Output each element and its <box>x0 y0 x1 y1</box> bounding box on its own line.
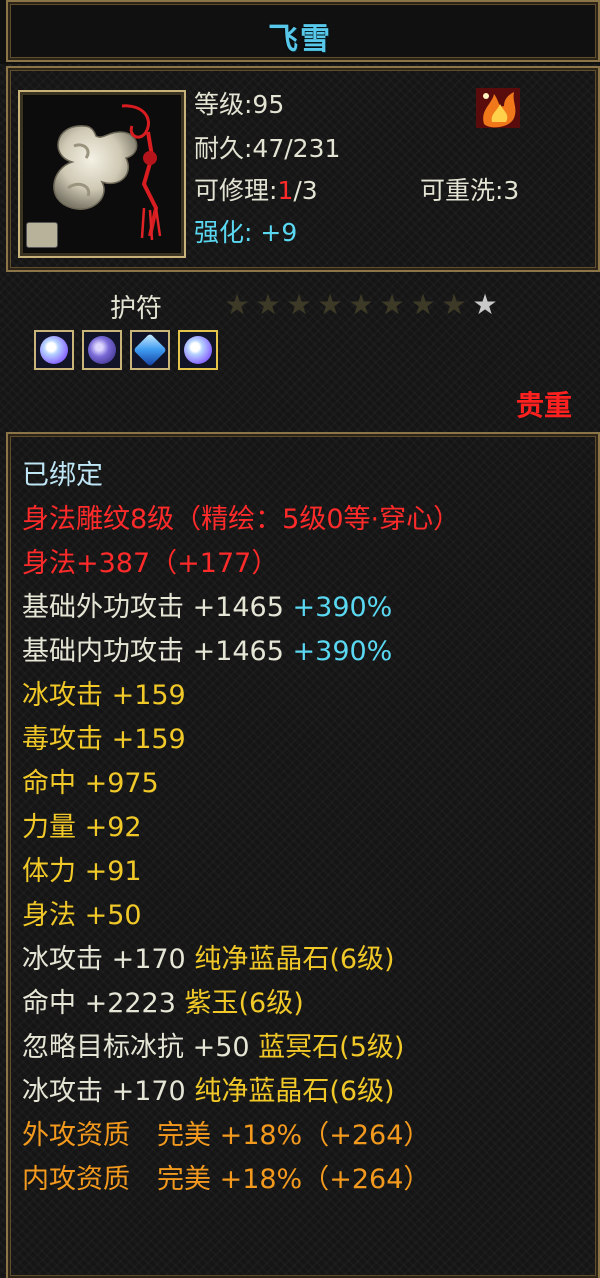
engrave-line: 身法雕纹8级（精绘：5级0等·穿心） <box>22 504 461 535</box>
durability-stat: 耐久:47/231 <box>194 134 341 163</box>
star-filled-icon: ★ <box>224 288 250 321</box>
blue-crystal-icon <box>40 336 68 364</box>
inner-aptitude-line: 内攻资质 完美 +18%（+264） <box>22 1164 431 1195</box>
star-filled-icon: ★ <box>410 288 436 321</box>
gem-section: 护符 ★ ★ ★ ★ ★ ★ ★ ★ ★ 贵重 <box>0 276 600 426</box>
gem2-name: 紫玉(6级) <box>184 988 304 1019</box>
gem1-stat: 冰攻击 +170 <box>22 944 186 975</box>
star-filled-icon: ★ <box>286 288 312 321</box>
item-name: 飞雪 <box>268 22 332 57</box>
inner-attack-pct: +390% <box>292 636 393 667</box>
gem2-line: 命中 +2223 紫玉(6级) <box>22 982 460 1026</box>
enhance-stat: 强化: +9 <box>194 218 297 248</box>
star-filled-icon: ★ <box>441 288 467 321</box>
purple-jade-icon <box>88 336 116 364</box>
gem-slot-3[interactable] <box>130 330 170 370</box>
ice-attack-line: 冰攻击 +159 <box>22 680 186 711</box>
star-filled-icon: ★ <box>379 288 405 321</box>
poison-attack-line: 毒攻击 +159 <box>22 724 186 755</box>
amulet-label: 护符 <box>110 294 163 324</box>
star-filled-icon: ★ <box>348 288 374 321</box>
gem3-line: 忽略目标冰抗 +50 蓝冥石(5级) <box>22 1026 460 1070</box>
gem1-name: 纯净蓝晶石(6级) <box>194 944 395 975</box>
outer-attack-label: 基础外功攻击 +1465 <box>22 592 284 623</box>
bind-lock-icon <box>26 222 58 248</box>
item-tooltip: 飞雪 等级:95 耐久:47/231 可修理:1/3 可重洗:3 强化: +9 … <box>0 0 600 1278</box>
bound-status: 已绑定 <box>22 460 103 491</box>
outer-attack-line: 基础外功攻击 +1465 +390% <box>22 586 460 630</box>
blue-crystal-icon <box>184 336 212 364</box>
level-stat: 等级:95 <box>194 90 285 119</box>
agility-line: 身法 +50 <box>22 900 142 931</box>
star-filled-icon: ★ <box>317 288 343 321</box>
outer-aptitude-line: 外攻资质 完美 +18%（+264） <box>22 1120 431 1151</box>
hit-line: 命中 +975 <box>22 768 159 799</box>
agility-main-line: 身法+387（+177） <box>22 548 279 579</box>
gem3-stat: 忽略目标冰抗 +50 <box>22 1032 250 1063</box>
repair-suffix: /3 <box>293 176 318 205</box>
repair-stat: 可修理:1/3 <box>194 176 318 206</box>
enhance-label: 强化: <box>194 218 253 247</box>
stamina-line: 体力 +91 <box>22 856 142 887</box>
gem3-name: 蓝冥石(5级) <box>258 1032 405 1063</box>
title-bar: 飞雪 <box>0 0 600 64</box>
gem4-line: 冰攻击 +170 纯净蓝晶石(6级) <box>22 1070 460 1114</box>
gem-slot-1[interactable] <box>34 330 74 370</box>
gem-slot-4[interactable] <box>178 330 218 370</box>
star-rating: ★ ★ ★ ★ ★ ★ ★ ★ ★ <box>222 290 500 320</box>
attribute-list: 已绑定 身法雕纹8级（精绘：5级0等·穿心） 身法+387（+177） 基础外功… <box>22 454 460 1202</box>
star-filled-icon: ★ <box>255 288 281 321</box>
gem4-name: 纯净蓝晶石(6级) <box>194 1076 395 1107</box>
flame-badge-icon <box>474 86 522 130</box>
quality-label: 贵重 <box>515 389 572 422</box>
repair-current: 1 <box>277 176 294 205</box>
outer-attack-pct: +390% <box>292 592 393 623</box>
gem-slot-2[interactable] <box>82 330 122 370</box>
gem4-stat: 冰攻击 +170 <box>22 1076 186 1107</box>
attribute-panel: 已绑定 身法雕纹8级（精绘：5级0等·穿心） 身法+387（+177） 基础外功… <box>0 432 600 1278</box>
repair-prefix: 可修理: <box>194 176 278 205</box>
strength-line: 力量 +92 <box>22 812 142 843</box>
gem-slots <box>34 330 218 370</box>
gem2-stat: 命中 +2223 <box>22 988 176 1019</box>
rewash-stat: 可重洗:3 <box>420 176 520 205</box>
enhance-value: +9 <box>260 218 298 247</box>
blue-sapphire-icon <box>133 333 167 367</box>
inner-attack-label: 基础内功攻击 +1465 <box>22 636 284 667</box>
gem1-line: 冰攻击 +170 纯净蓝晶石(6级) <box>22 938 460 982</box>
jade-pendant-icon[interactable] <box>18 90 186 258</box>
inner-attack-line: 基础内功攻击 +1465 +390% <box>22 630 460 674</box>
star-empty-icon: ★ <box>472 288 498 321</box>
